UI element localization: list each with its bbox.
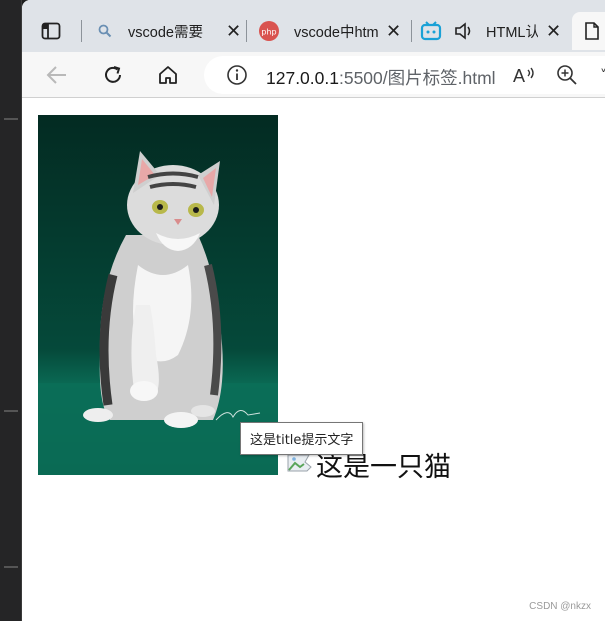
site-info-icon[interactable] — [226, 64, 248, 86]
page-icon — [585, 22, 599, 40]
cat-photo — [38, 115, 278, 475]
url-path: :5500/图片标签.html — [338, 68, 496, 88]
tab-actions-button[interactable] — [34, 16, 68, 46]
tab-vscode-html[interactable]: php vscode中htm ✕ — [250, 12, 410, 50]
title-tooltip: 这是title提示文字 — [240, 422, 364, 455]
url-host: 127.0.0.1 — [266, 68, 339, 88]
more-address-icon[interactable]: ˅ — [600, 68, 605, 84]
search-icon — [98, 24, 116, 38]
back-arrow-icon — [46, 66, 66, 84]
home-button[interactable] — [153, 60, 183, 90]
speaker-icon[interactable] — [454, 22, 474, 40]
url-text: 127.0.0.1:5500/图片标签.html — [266, 65, 496, 90]
editor-side-panel — [0, 0, 22, 621]
tab-separator — [81, 20, 82, 42]
reload-icon — [105, 66, 121, 83]
browser-window: vscode需要 ✕ php vscode中htm ✕ HTML认 ✕ 127.… — [22, 0, 605, 621]
tab-separator — [246, 20, 247, 42]
reload-button[interactable] — [98, 60, 128, 90]
tab-strip: vscode需要 ✕ php vscode中htm ✕ HTML认 ✕ — [22, 0, 605, 58]
tab-title: HTML认 — [486, 24, 538, 41]
tab-title: vscode需要 — [128, 24, 203, 41]
close-tab-icon[interactable]: ✕ — [546, 22, 561, 40]
tab-separator — [411, 20, 412, 42]
read-aloud-icon[interactable]: A — [512, 64, 538, 86]
home-icon — [159, 66, 177, 84]
tab-actions-icon — [41, 22, 61, 40]
browser-toolbar: 127.0.0.1:5500/图片标签.html A ˅ — [22, 52, 605, 98]
bilibili-tv-icon — [420, 21, 442, 41]
editor-marker — [4, 566, 18, 568]
broken-image-icon — [287, 454, 312, 472]
editor-marker — [4, 118, 18, 120]
tab-vscode-search[interactable]: vscode需要 ✕ — [86, 12, 246, 50]
back-button[interactable] — [42, 60, 72, 90]
tab-active-page[interactable] — [572, 12, 605, 50]
svg-text:php: php — [261, 28, 276, 37]
editor-marker — [4, 410, 18, 412]
watermark: CSDN @nkzx — [529, 601, 591, 612]
tab-html-bilibili[interactable]: HTML认 ✕ — [416, 12, 568, 50]
address-bar[interactable]: 127.0.0.1:5500/图片标签.html A ˅ — [204, 56, 605, 94]
page-content: 这是一只猫 这是title提示文字 CSDN @nkzx — [22, 99, 605, 621]
tab-title: vscode中htm — [294, 24, 379, 41]
close-tab-icon[interactable]: ✕ — [226, 22, 241, 40]
svg-text:A: A — [513, 66, 525, 86]
php-logo-icon: php — [258, 20, 280, 42]
zoom-icon[interactable] — [556, 64, 578, 86]
close-tab-icon[interactable]: ✕ — [386, 22, 401, 40]
